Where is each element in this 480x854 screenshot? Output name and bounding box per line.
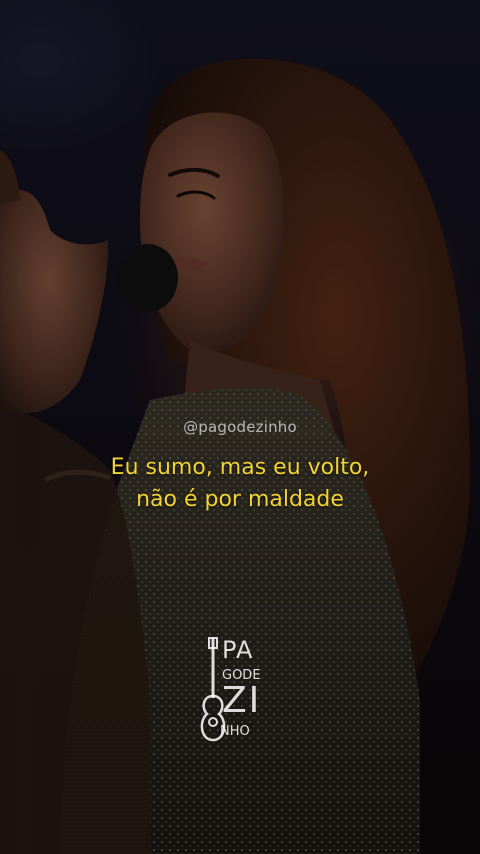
logo-text-3: ZI [222,680,262,721]
logo-text-1: PA [222,636,254,664]
pagodezinho-logo: PA GODE ZI NHO [198,636,280,746]
video-frame: @pagodezinho Eu sumo, mas eu volto, não … [0,0,480,854]
lyric-line-2: não é por maldade [136,487,344,512]
lyric-line-1: Eu sumo, mas eu volto, [110,455,370,480]
watermark-handle: @pagodezinho [183,418,297,436]
logo-text-4: NHO [220,724,250,739]
